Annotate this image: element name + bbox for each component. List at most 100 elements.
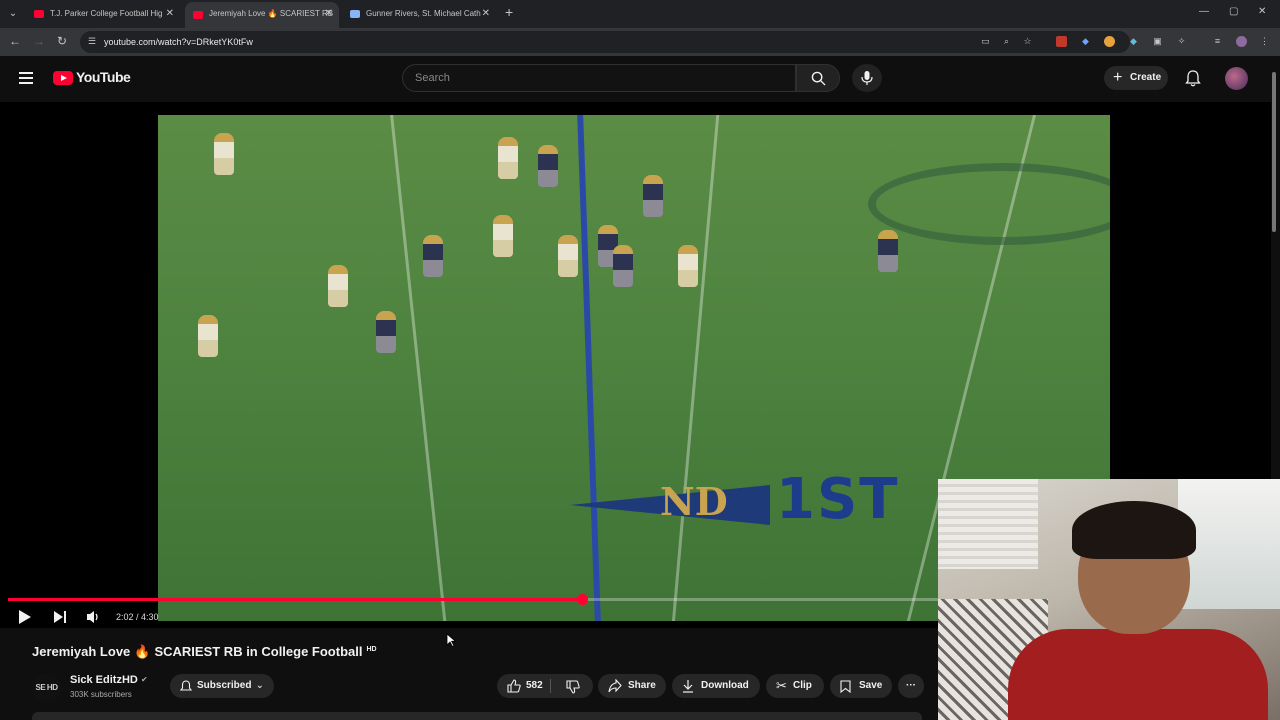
webcam-overlay [938,479,1280,720]
description-box[interactable] [32,712,922,720]
voice-search-button[interactable] [852,64,882,92]
running-back-player [878,230,898,272]
new-tab-button[interactable]: + [505,4,513,20]
fire-emoji-icon: 🔥 [134,644,151,659]
profile-icon[interactable] [1236,36,1247,47]
football-player [643,175,663,217]
hd-badge: HD [366,645,377,653]
zoom-icon[interactable]: ⌕ [1001,36,1012,47]
football-player [678,245,698,287]
save-button[interactable]: Save [830,674,892,698]
football-player [423,235,443,277]
volume-icon[interactable] [86,609,102,625]
progress-played [8,598,582,601]
subscribed-button[interactable]: Subscribed ⌄ [170,674,274,698]
browser-tab-3[interactable]: Gunner Rivers, St. Michael Cath ✕ [342,4,496,24]
create-button[interactable]: + Create [1104,66,1168,90]
football-player [328,265,348,307]
scissors-icon: ✂ [776,678,787,693]
extension-blue-icon[interactable]: ◆ [1080,36,1091,47]
verified-badge-icon: ✔ [141,675,148,684]
tab-title: Jeremiyah Love 🔥 SCARIEST RB [209,9,334,18]
more-actions-button[interactable]: ··· [898,674,924,698]
first-down-graphic: 1ST [776,467,900,532]
football-player [493,215,513,257]
browser-tab-1[interactable]: T.J. Parker College Football Hig ✕ [26,4,180,24]
football-player [558,235,578,277]
page-scrollbar[interactable] [1272,72,1276,232]
webcam-person-hair [1072,501,1196,559]
extensions-puzzle-icon[interactable]: ✧ [1176,36,1187,47]
youtube-logo-icon[interactable] [53,71,73,85]
yard-line [669,115,721,621]
url-text[interactable]: youtube.com/watch?v=DRketYK0tFw [104,37,253,47]
video-title-rest: SCARIEST RB in College Football [154,644,363,659]
tab-close-icon[interactable]: ✕ [482,4,490,24]
mouse-cursor-icon [446,633,456,647]
download-label: Download [701,680,749,691]
extension-gray-icon[interactable]: ▣ [1152,36,1163,47]
channel-name[interactable]: Sick EditzHD [70,674,138,686]
notifications-bell-icon[interactable] [1185,70,1201,87]
like-count[interactable]: 582 [526,680,543,691]
subscribed-label: Subscribed [197,680,252,691]
reload-icon[interactable]: ↻ [57,34,67,48]
maximize-icon[interactable]: ▢ [1229,6,1238,17]
channel-avatar[interactable]: SE HD [32,673,61,702]
forward-icon[interactable]: → [33,34,45,48]
football-player [376,311,396,353]
tab-close-icon[interactable]: ✕ [166,4,174,24]
search-box[interactable] [402,64,796,92]
youtube-wordmark[interactable]: YouTube [76,69,131,85]
youtube-header: YouTube + Create [0,56,1280,102]
extension-red-icon[interactable] [1056,36,1067,47]
menu-hamburger-icon[interactable] [19,72,33,84]
tab-search-icon[interactable]: ≡ [1212,36,1223,47]
tab-title: Gunner Rivers, St. Michael Cath [366,9,481,18]
tab-close-icon[interactable]: ✕ [325,2,333,26]
play-icon[interactable] [18,609,32,625]
search-icon [811,71,826,86]
address-bar[interactable]: ☰ youtube.com/watch?v=DRketYK0tFw [80,31,1130,53]
football-player [538,145,558,187]
save-label: Save [859,680,883,691]
video-title-name: Jeremiyah Love [32,644,131,659]
close-window-icon[interactable]: ✕ [1258,6,1266,17]
extension-orange-icon[interactable] [1104,36,1115,47]
share-button[interactable]: Share [598,674,666,698]
progress-bar[interactable] [8,594,938,605]
bookmark-icon [840,680,851,693]
clip-button[interactable]: ✂ Clip [766,674,824,698]
search-input[interactable] [403,65,795,91]
tab-search-dropdown-icon[interactable]: ⌄ [4,5,22,23]
extension-cyan-icon[interactable]: ◆ [1128,36,1139,47]
more-icon: ··· [906,680,916,691]
search-button[interactable] [796,64,840,92]
like-divider [550,679,551,693]
clip-label: Clip [793,680,812,691]
share-label: Share [628,680,656,691]
cast-icon[interactable]: ▭ [980,36,991,47]
browser-tab-2[interactable]: Jeremiyah Love 🔥 SCARIEST RB ✕ [185,2,339,28]
like-icon[interactable] [507,679,521,693]
browser-tab-strip: ⌄ T.J. Parker College Football Hig ✕ Jer… [0,0,1280,28]
share-icon [608,679,622,693]
minimize-icon[interactable]: — [1199,6,1209,17]
account-avatar[interactable] [1225,67,1248,90]
bookmark-star-icon[interactable]: ☆ [1022,36,1033,47]
youtube-favicon-icon [193,11,203,19]
back-icon[interactable]: ← [9,34,21,48]
dislike-icon[interactable] [566,680,580,694]
download-button[interactable]: Download [672,674,760,698]
site-info-icon[interactable]: ☰ [88,36,96,47]
tab-title: T.J. Parker College Football Hig [50,9,163,18]
browser-menu-icon[interactable]: ⋮ [1259,36,1270,47]
next-video-icon[interactable] [53,609,67,625]
webcam-person-shirt [1008,629,1268,720]
create-label: Create [1130,72,1162,83]
progress-scrubber-handle[interactable] [577,594,588,605]
download-icon [683,680,693,693]
video-title: Jeremiyah Love 🔥 SCARIEST RB in College Fo… [32,644,377,660]
youtube-favicon-icon [34,10,44,18]
bell-icon [180,680,192,691]
